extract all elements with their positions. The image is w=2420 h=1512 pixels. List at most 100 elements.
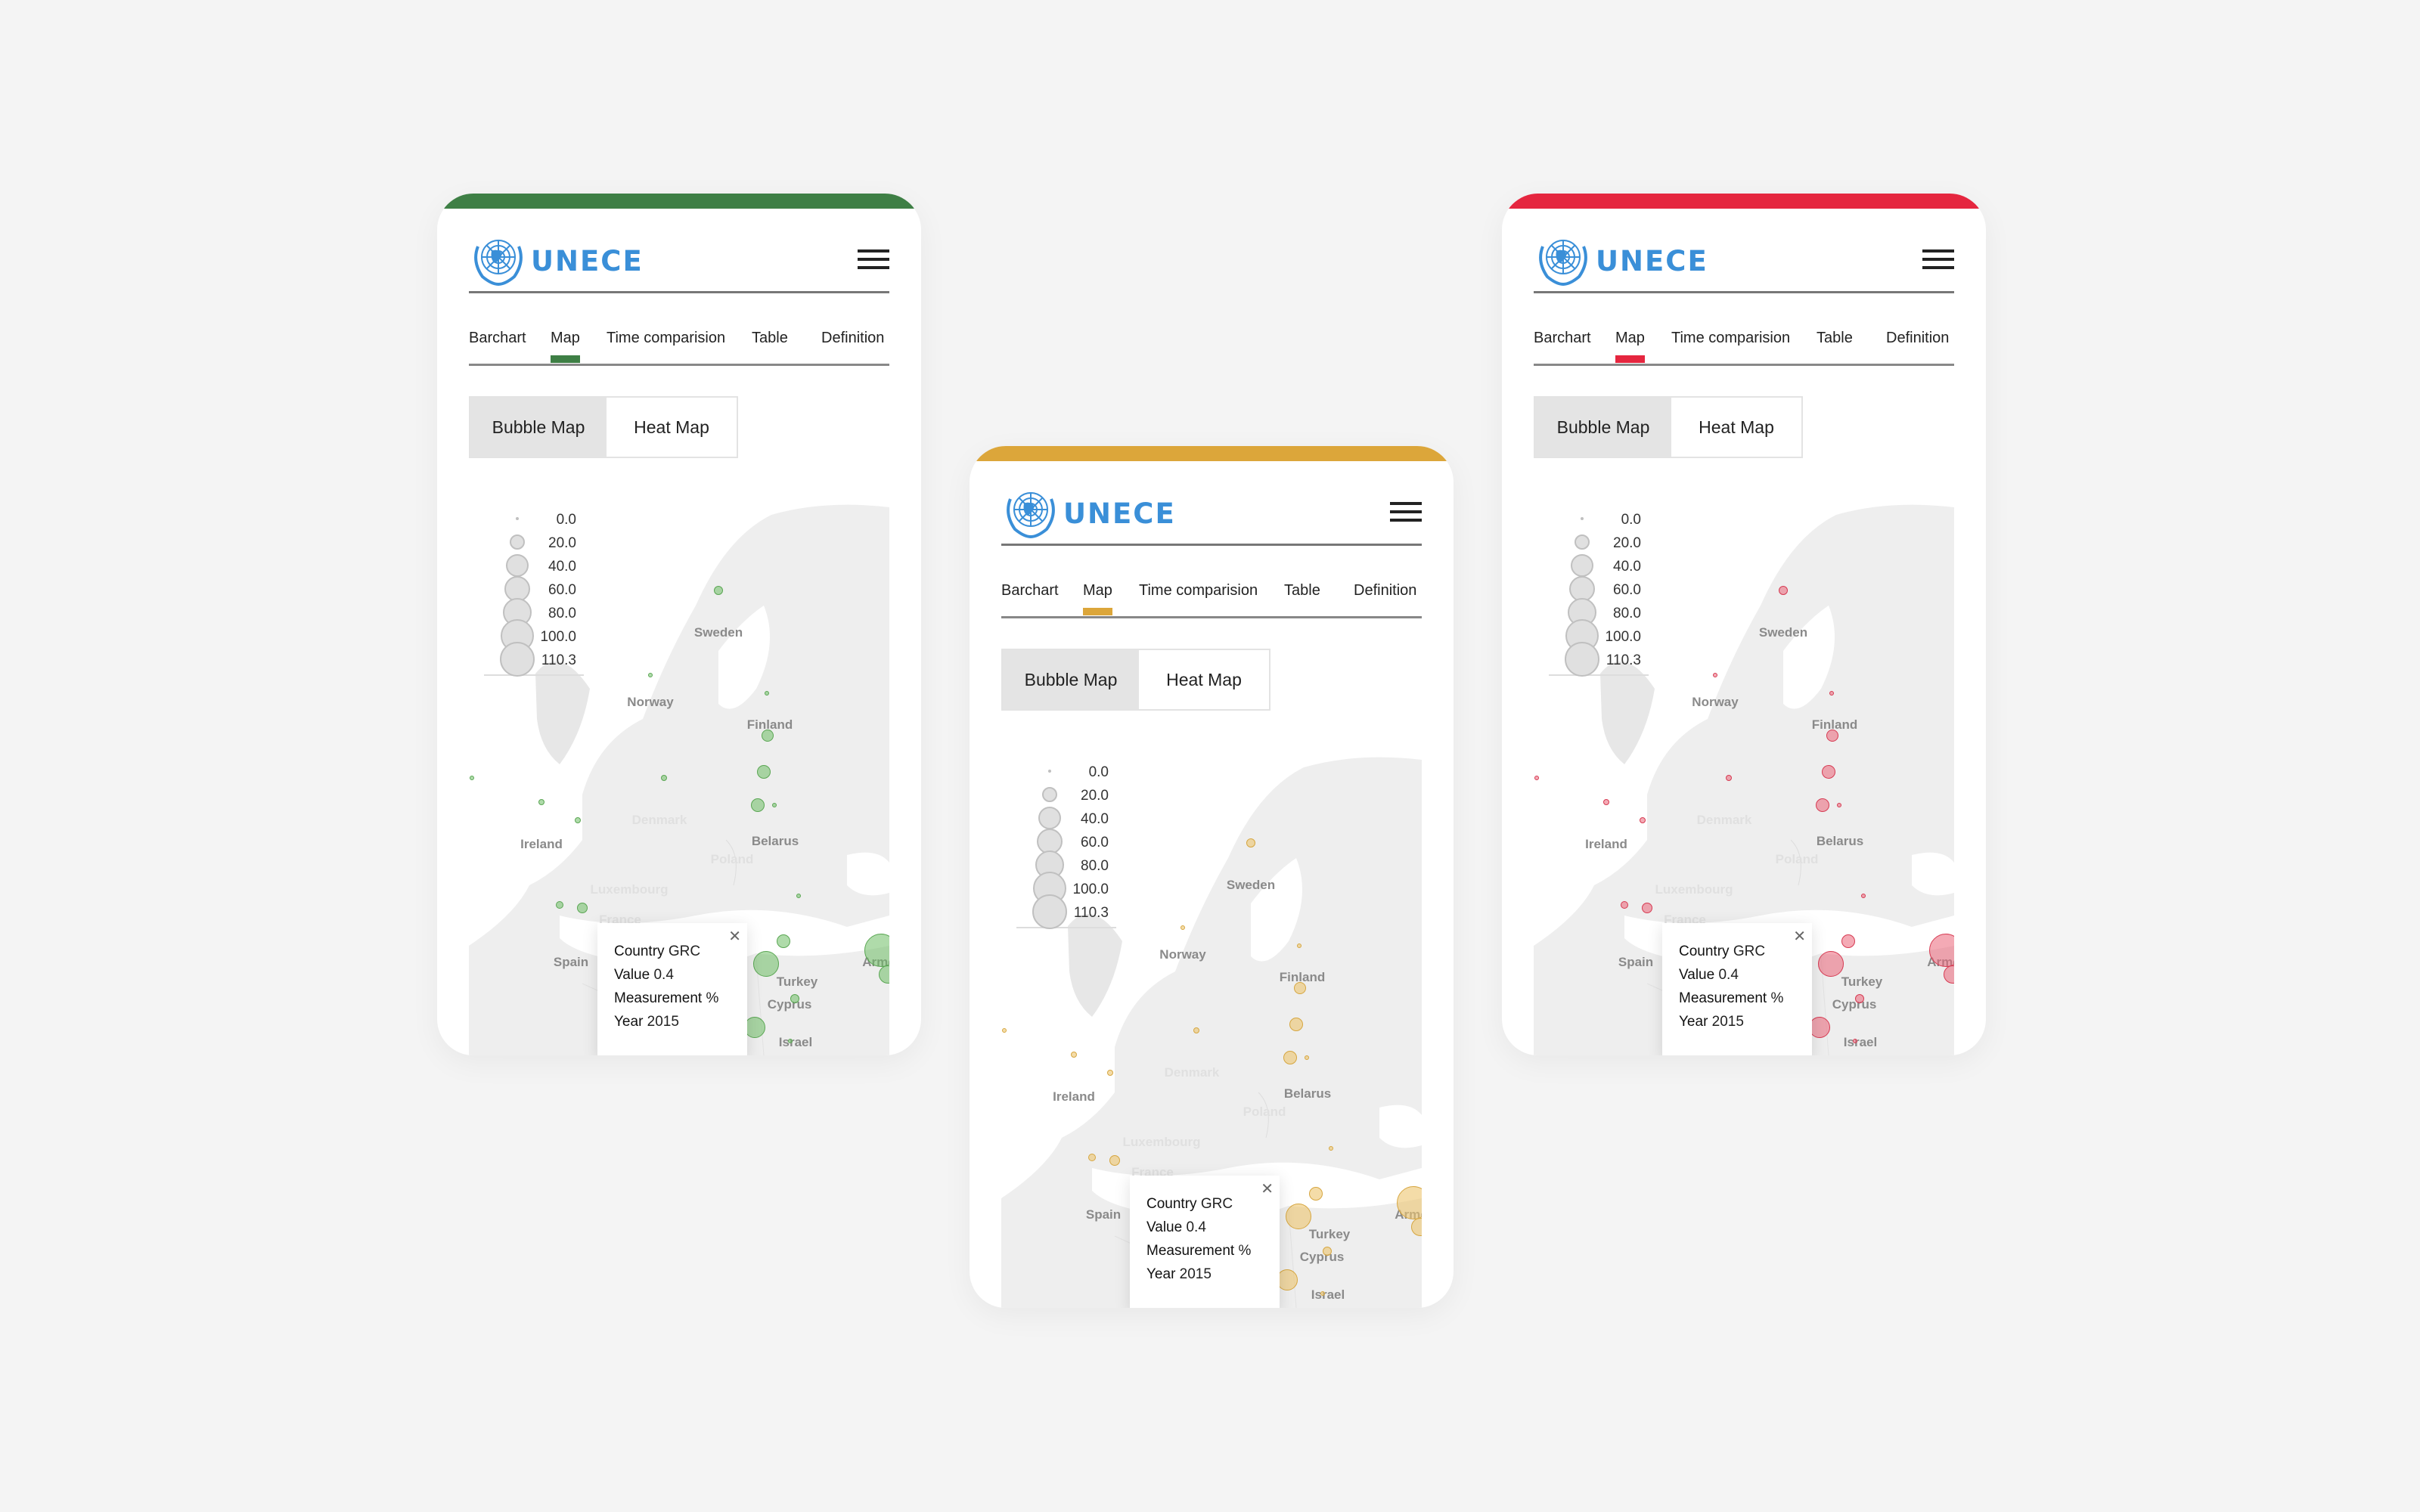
- close-icon[interactable]: ✕: [1261, 1182, 1274, 1197]
- tab-barchart[interactable]: Barchart: [1001, 582, 1059, 600]
- map-bubble[interactable]: [577, 903, 588, 913]
- bubble-map[interactable]: 0.0 20.0 40.0 60.0 80.0 100.0 110.3 Sweden Finl…: [1001, 745, 1422, 1308]
- map-bubble[interactable]: [1642, 903, 1652, 913]
- map-bubble[interactable]: [1286, 1204, 1311, 1229]
- map-bubble[interactable]: [1726, 775, 1732, 781]
- map-bubble[interactable]: [648, 673, 653, 677]
- tab-table[interactable]: Table: [752, 330, 788, 347]
- map-bubble[interactable]: [1002, 1028, 1007, 1033]
- brand-name: UNECE: [1063, 497, 1176, 530]
- map-bubble[interactable]: [1855, 994, 1864, 1003]
- map-bubble[interactable]: [1277, 1269, 1298, 1290]
- map-bubble[interactable]: [1861, 894, 1866, 898]
- map-bubble[interactable]: [772, 803, 777, 807]
- tab-table[interactable]: Table: [1284, 582, 1320, 600]
- map-bubble[interactable]: [765, 691, 769, 696]
- map-bubble[interactable]: [1320, 1291, 1325, 1296]
- map-bubble[interactable]: [757, 765, 771, 779]
- tooltip-row: Country GRC: [614, 940, 747, 963]
- map-bubble[interactable]: [1534, 776, 1539, 780]
- map-bubble[interactable]: [1088, 1154, 1096, 1161]
- tab-map[interactable]: Map: [1615, 330, 1645, 363]
- map-bubble[interactable]: [1603, 799, 1609, 805]
- legend-bubble-icon: [506, 554, 529, 577]
- map-bubble[interactable]: [788, 1039, 793, 1043]
- map-bubble[interactable]: [538, 799, 544, 805]
- map-bubble[interactable]: [714, 586, 723, 595]
- tab-time-comparision[interactable]: Time comparision: [1139, 582, 1258, 600]
- map-bubble[interactable]: [1713, 673, 1717, 677]
- tab-map[interactable]: Map: [1083, 582, 1112, 615]
- map-bubble[interactable]: [556, 901, 563, 909]
- map-bubble[interactable]: [790, 994, 799, 1003]
- map-bubble[interactable]: [777, 934, 790, 948]
- map-bubble[interactable]: [1822, 765, 1835, 779]
- tab-time-comparision[interactable]: Time comparision: [607, 330, 725, 347]
- map-bubble[interactable]: [1109, 1155, 1120, 1166]
- map-bubble[interactable]: [1809, 1017, 1830, 1038]
- heat-map-button[interactable]: Heat Map: [607, 398, 737, 457]
- tab-definition[interactable]: Definition: [821, 330, 884, 347]
- map-bubble[interactable]: [1323, 1247, 1332, 1256]
- map-bubble[interactable]: [1107, 1070, 1113, 1076]
- close-icon[interactable]: ✕: [728, 929, 741, 944]
- close-icon[interactable]: ✕: [1793, 929, 1806, 944]
- map-bubble[interactable]: [575, 817, 581, 823]
- map-bubble[interactable]: [1841, 934, 1855, 948]
- bubble-map-button[interactable]: Bubble Map: [1535, 398, 1671, 457]
- country-label: Belarus: [1816, 834, 1864, 848]
- map-bubble[interactable]: [796, 894, 801, 898]
- map-bubble[interactable]: [1181, 925, 1185, 930]
- map-bubble[interactable]: [1309, 1187, 1323, 1201]
- map-bubble[interactable]: [762, 730, 774, 742]
- map-bubble[interactable]: [1779, 586, 1788, 595]
- tab-definition[interactable]: Definition: [1354, 582, 1416, 600]
- tab-table[interactable]: Table: [1817, 330, 1853, 347]
- legend-value: 60.0: [1613, 582, 1641, 598]
- tooltip-row: Measurement %: [1679, 987, 1812, 1010]
- map-bubble[interactable]: [1294, 982, 1306, 994]
- map-bubble[interactable]: [1826, 730, 1838, 742]
- map-bubble[interactable]: [1837, 803, 1841, 807]
- map-bubble[interactable]: [1289, 1018, 1303, 1031]
- map-bubble[interactable]: [1816, 798, 1829, 812]
- accent-bar: [970, 446, 1454, 461]
- unece-logo[interactable]: UNECE: [469, 234, 644, 287]
- map-bubble[interactable]: [1829, 691, 1834, 696]
- bubble-map[interactable]: 0.0 20.0 40.0 60.0 80.0 100.0 110.3 Sweden Finl…: [1534, 492, 1954, 1055]
- map-bubble[interactable]: [1329, 1146, 1333, 1151]
- legend-value: 20.0: [1081, 788, 1109, 804]
- map-bubble[interactable]: [661, 775, 667, 781]
- map-bubble[interactable]: [1853, 1039, 1857, 1043]
- tab-barchart[interactable]: Barchart: [1534, 330, 1591, 347]
- map-bubble[interactable]: [753, 951, 779, 977]
- hamburger-menu-icon[interactable]: [858, 249, 889, 269]
- heat-map-button[interactable]: Heat Map: [1139, 650, 1269, 709]
- heat-map-button[interactable]: Heat Map: [1671, 398, 1801, 457]
- tooltip-value: GRC: [1200, 1196, 1233, 1212]
- map-bubble[interactable]: [751, 798, 765, 812]
- un-emblem-icon: [469, 231, 528, 291]
- bubble-map[interactable]: 0.0 20.0 40.0 60.0 80.0 100.0 110.3 Sweden Finl…: [469, 492, 889, 1055]
- hamburger-menu-icon[interactable]: [1390, 502, 1422, 522]
- unece-logo[interactable]: UNECE: [1534, 234, 1708, 287]
- hamburger-menu-icon[interactable]: [1922, 249, 1954, 269]
- map-bubble[interactable]: [1283, 1051, 1297, 1064]
- bubble-map-button[interactable]: Bubble Map: [470, 398, 607, 457]
- map-bubble[interactable]: [1621, 901, 1628, 909]
- map-bubble[interactable]: [744, 1017, 765, 1038]
- map-bubble[interactable]: [1246, 838, 1255, 847]
- map-bubble[interactable]: [470, 776, 474, 780]
- tab-time-comparision[interactable]: Time comparision: [1671, 330, 1790, 347]
- map-bubble[interactable]: [1297, 943, 1302, 948]
- tab-barchart[interactable]: Barchart: [469, 330, 526, 347]
- map-bubble[interactable]: [1071, 1052, 1077, 1058]
- map-bubble[interactable]: [1640, 817, 1646, 823]
- unece-logo[interactable]: UNECE: [1001, 487, 1176, 540]
- map-bubble[interactable]: [1305, 1055, 1309, 1060]
- map-bubble[interactable]: [1193, 1027, 1199, 1033]
- tab-definition[interactable]: Definition: [1886, 330, 1949, 347]
- map-bubble[interactable]: [1818, 951, 1844, 977]
- tab-map[interactable]: Map: [551, 330, 580, 363]
- bubble-map-button[interactable]: Bubble Map: [1003, 650, 1139, 709]
